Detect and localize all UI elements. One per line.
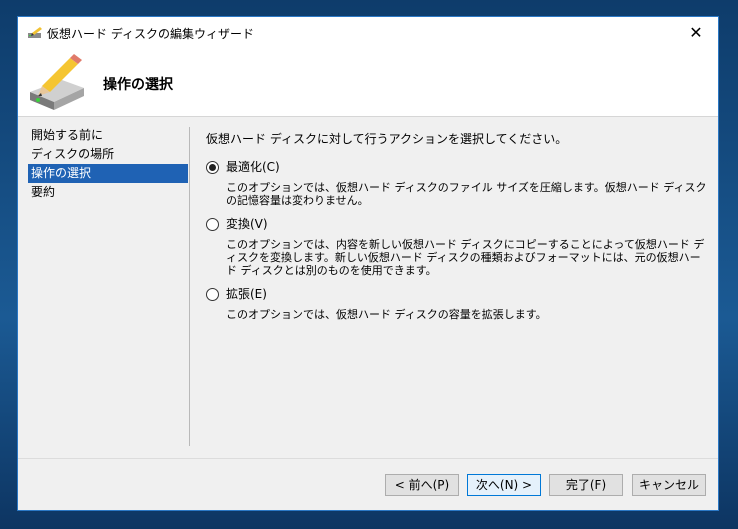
close-icon[interactable]: ✕ [674,17,718,48]
page-title: 操作の選択 [103,77,173,93]
option-expand-desc: このオプションでは、仮想ハード ディスクの容量を拡張します。 [226,308,547,321]
option-convert-label[interactable]: 変換(V) [226,216,706,232]
nav-item-locate-disk[interactable]: ディスクの場所 [28,145,188,164]
wizard-header: 操作の選択 [18,48,718,117]
radio-compact[interactable] [206,161,219,174]
nav-item-before-begin[interactable]: 開始する前に [28,126,188,145]
wizard-window: 仮想ハード ディスクの編集ウィザード ✕ 操作の選択 開始する前に ディスクの場… [17,16,719,511]
nav-item-choose-action[interactable]: 操作の選択 [28,164,188,183]
action-prompt: 仮想ハード ディスクに対して行うアクションを選択してください。 [206,132,568,146]
next-button[interactable]: 次へ(N) > [467,474,541,496]
option-convert-desc: このオプションでは、内容を新しい仮想ハード ディスクにコピーすることによって仮想… [226,238,705,277]
panel-divider [189,127,190,446]
option-compact-label[interactable]: 最適化(C) [226,159,706,175]
option-convert[interactable]: 変換(V) このオプションでは、内容を新しい仮想ハード ディスクにコピーすること… [206,216,706,277]
radio-expand[interactable] [206,288,219,301]
option-compact-desc: このオプションでは、仮想ハード ディスクのファイル サイズを圧縮します。仮想ハー… [226,181,707,207]
nav-item-summary[interactable]: 要約 [28,183,188,202]
option-expand[interactable]: 拡張(E) このオプションでは、仮想ハード ディスクの容量を拡張します。 [206,286,706,321]
finish-button[interactable]: 完了(F) [549,474,623,496]
disk-pencil-icon [28,27,42,38]
window-title: 仮想ハード ディスクの編集ウィザード [47,27,254,41]
disk-pencil-icon [30,54,84,110]
wizard-steps: 開始する前に ディスクの場所 操作の選択 要約 [28,126,188,202]
option-expand-label[interactable]: 拡張(E) [226,286,706,302]
title-bar[interactable]: 仮想ハード ディスクの編集ウィザード ✕ [18,17,718,48]
option-compact[interactable]: 最適化(C) このオプションでは、仮想ハード ディスクのファイル サイズを圧縮し… [206,159,707,207]
radio-convert[interactable] [206,218,219,231]
action-content: 仮想ハード ディスクに対して行うアクションを選択してください。 最適化(C) こ… [206,130,707,330]
cancel-button[interactable]: キャンセル [632,474,706,496]
previous-button[interactable]: < 前へ(P) [385,474,459,496]
footer-separator [18,458,718,459]
